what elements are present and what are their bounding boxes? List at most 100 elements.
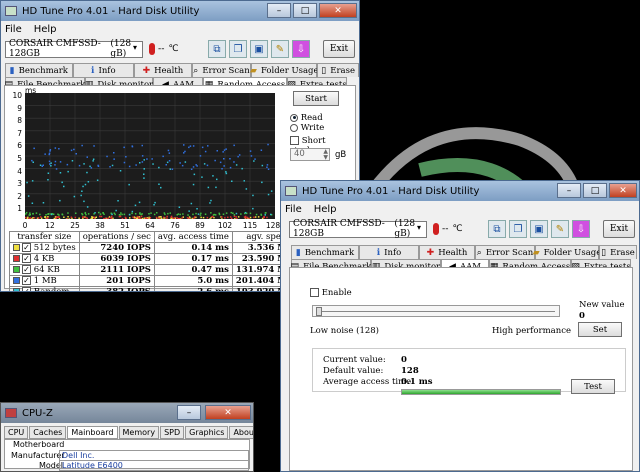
scatter-point [28, 217, 30, 219]
scatter-point [191, 217, 194, 220]
minimize-button[interactable]: – [557, 183, 581, 198]
col-access: avg. access time [153, 231, 233, 243]
table-row: ✓ Random 382 IOPS 2.6 ms 193.920 MB/s [9, 286, 306, 292]
tab-benchmark[interactable]: ▮ Benchmark [291, 245, 359, 259]
title-bar[interactable]: HD Tune Pro 4.01 - Hard Disk Utility – □… [1, 1, 359, 21]
exit-button[interactable]: Exit [323, 40, 355, 58]
aam-slider-thumb[interactable] [316, 307, 322, 316]
cpuz-tab-graphics[interactable]: Graphics [185, 426, 229, 439]
scatter-point [214, 159, 216, 162]
exit-button[interactable]: Exit [603, 220, 635, 238]
read-radio-dot[interactable] [290, 113, 298, 122]
enable-check[interactable] [310, 288, 319, 297]
default-value: 128 [401, 366, 419, 376]
tab-folder-usage[interactable]: ▰ Folder Usage [532, 245, 602, 259]
spinner-arrows-icon[interactable]: ▲ ▼ [323, 149, 328, 161]
cpuz-tab-mainboard[interactable]: Mainboard [67, 426, 118, 439]
series-checkbox[interactable]: ✓ [22, 254, 31, 263]
tab-folder-usage[interactable]: ▰ Folder Usage [250, 63, 319, 77]
write-radio[interactable]: Write [290, 123, 324, 133]
close-button[interactable]: ✕ [319, 3, 357, 18]
read-radio[interactable]: Read [290, 113, 323, 123]
cpuz-tab-cpu[interactable]: CPU [4, 426, 29, 439]
copy-info-icon[interactable]: ⧉ [208, 40, 226, 58]
enable-checkbox[interactable]: Enable [310, 288, 352, 298]
tab-error-scan[interactable]: ⌕ Error Scan [191, 63, 252, 77]
tab-benchmark[interactable]: ▮ Benchmark [5, 63, 73, 77]
short-stroke-spinner[interactable]: 40 ▲ ▼ [290, 148, 330, 161]
maximize-button[interactable]: □ [583, 183, 607, 198]
cpuz-title-bar[interactable]: CPU-Z – ✕ [1, 403, 253, 423]
scatter-point [61, 181, 63, 184]
scatter-point [59, 199, 61, 202]
scatter-point [261, 164, 264, 167]
x-tick-label: 0 [22, 221, 28, 230]
maximize-button[interactable]: □ [293, 3, 317, 18]
set-button[interactable]: Set [578, 322, 622, 337]
menu-file[interactable]: File [285, 204, 302, 215]
tab-health[interactable]: ✚ Health [419, 245, 475, 259]
menu-help[interactable]: Help [34, 24, 57, 35]
scatter-point [225, 148, 227, 150]
copy-all-icon[interactable]: ❐ [509, 220, 527, 238]
tab-label: Folder Usage [543, 247, 602, 258]
drive-select[interactable]: CORSAIR CMFSSD-128GB (128 gB) ▾ [289, 219, 427, 239]
series-checkbox[interactable]: ✓ [22, 243, 31, 252]
folder-icon: ▰ [532, 247, 540, 258]
tab-error-scan[interactable]: ⌕ Error Scan [475, 245, 535, 259]
tab-label: Benchmark [304, 247, 355, 258]
scatter-point [141, 217, 144, 220]
scatter-point [199, 214, 202, 216]
options-icon[interactable]: ✎ [551, 220, 569, 238]
transfer-size-cell: ✓ 1 MB [9, 275, 80, 287]
aam-slider-track[interactable] [312, 305, 560, 317]
scatter-point [264, 214, 266, 216]
scatter-point [254, 216, 257, 218]
menu-help[interactable]: Help [314, 204, 337, 215]
scatter-point [115, 209, 117, 212]
scatter-point [134, 204, 137, 207]
transfer-size-value: Random [33, 287, 70, 292]
save-icon[interactable]: ▣ [250, 40, 268, 58]
cpuz-tab-caches[interactable]: Caches [29, 426, 67, 439]
save-icon[interactable]: ▣ [530, 220, 548, 238]
write-radio-dot[interactable] [290, 123, 298, 132]
menu-bar: File Help [1, 21, 359, 37]
tab-erase[interactable]: ▯ Erase [317, 63, 359, 77]
cpuz-tab-memory[interactable]: Memory [118, 426, 160, 439]
scatter-point [233, 161, 235, 163]
short-stroke-check[interactable] [290, 136, 299, 145]
start-button[interactable]: Start [293, 91, 339, 106]
tab-info[interactable]: ℹ Info [359, 245, 419, 259]
download-icon[interactable]: ⇩ [292, 40, 310, 58]
ops-cell: 6039 IOPS [78, 253, 155, 265]
scatter-point [201, 176, 203, 178]
download-icon[interactable]: ⇩ [572, 220, 590, 238]
title-bar[interactable]: HD Tune Pro 4.01 - Hard Disk Utility – □… [281, 181, 639, 201]
scatter-point [84, 212, 86, 214]
cpuz-tab-spd[interactable]: SPD [160, 426, 185, 439]
cpuz-close-button[interactable]: ✕ [205, 405, 251, 420]
series-checkbox[interactable]: ✓ [22, 276, 31, 285]
scatter-point [83, 200, 85, 203]
tab-erase[interactable]: ▯ Erase [599, 245, 637, 259]
tab-health[interactable]: ✚ Health [134, 63, 192, 77]
read-radio-label: Read [300, 113, 323, 123]
series-checkbox[interactable]: ✓ [22, 287, 31, 291]
close-button[interactable]: ✕ [609, 183, 637, 198]
test-button[interactable]: Test [571, 379, 615, 394]
tab-info[interactable]: ℹ Info [72, 63, 135, 77]
menu-file[interactable]: File [5, 24, 22, 35]
copy-info-icon[interactable]: ⧉ [488, 220, 506, 238]
copy-all-icon[interactable]: ❐ [229, 40, 247, 58]
scatter-point [155, 216, 158, 219]
options-icon[interactable]: ✎ [271, 40, 289, 58]
cpuz-minimize-button[interactable]: – [177, 405, 201, 420]
access-cell: 5.0 ms [153, 275, 233, 287]
scatter-point [53, 217, 56, 220]
drive-select[interactable]: CORSAIR CMFSSD-128GB (128 gB) ▾ [5, 39, 143, 59]
scatter-point [246, 216, 249, 219]
series-checkbox[interactable]: ✓ [22, 265, 31, 274]
minimize-button[interactable]: – [267, 3, 291, 18]
cpuz-tab-about[interactable]: About [229, 426, 253, 439]
